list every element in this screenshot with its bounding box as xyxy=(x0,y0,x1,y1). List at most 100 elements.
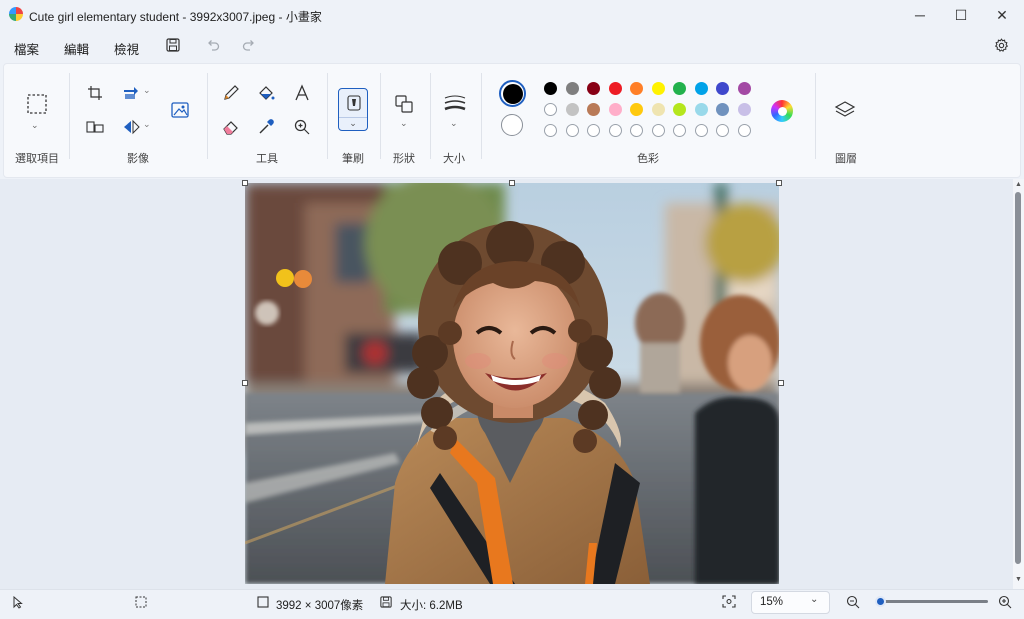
rectangle-select-icon[interactable] xyxy=(24,91,50,117)
magnifier-icon[interactable] xyxy=(289,114,315,140)
selection-dropdown-chevron-icon[interactable]: ⌄ xyxy=(31,120,39,131)
palette-color-swatch[interactable] xyxy=(565,103,579,116)
custom-color-slot[interactable] xyxy=(544,124,557,137)
undo-icon[interactable] xyxy=(204,36,222,54)
resize-handle-top-left[interactable] xyxy=(242,180,248,186)
photo-illustration xyxy=(245,183,779,584)
palette-color-swatch[interactable] xyxy=(737,103,751,116)
palette-color-swatch[interactable] xyxy=(630,82,643,95)
zoom-dropdown-chevron-icon: ⌄ xyxy=(810,594,819,605)
palette-color-swatch[interactable] xyxy=(630,103,643,116)
resize-handle-top[interactable] xyxy=(509,180,515,186)
group-label-shapes: 形狀 xyxy=(393,153,415,165)
menu-view[interactable]: 檢視 xyxy=(114,39,139,58)
palette-color-swatch[interactable] xyxy=(587,82,600,95)
shapes-dropdown-chevron-icon[interactable]: ⌄ xyxy=(400,118,408,129)
close-button[interactable]: ✕ xyxy=(982,0,1022,30)
crop-icon[interactable] xyxy=(82,80,108,106)
custom-color-slot[interactable] xyxy=(587,124,600,137)
color-palette-row-3-custom xyxy=(544,124,751,137)
file-size-label: 大小: 6.2MB xyxy=(400,600,463,612)
menu-bar xyxy=(0,30,1024,62)
zoom-slider-track[interactable] xyxy=(880,600,988,603)
maximize-button[interactable]: ☐ xyxy=(941,0,981,30)
brush-icon xyxy=(345,94,363,117)
ribbon-divider xyxy=(207,73,208,159)
palette-color-swatch[interactable] xyxy=(651,82,665,95)
menu-edit[interactable]: 編輯 xyxy=(64,39,89,58)
eraser-icon[interactable] xyxy=(218,114,244,140)
stroke-size-icon[interactable] xyxy=(442,91,468,117)
size-dropdown-chevron-icon[interactable]: ⌄ xyxy=(450,118,458,129)
settings-gear-icon[interactable] xyxy=(992,36,1010,54)
primary-color-swatch xyxy=(502,83,523,104)
edit-colors-wheel-icon[interactable] xyxy=(771,100,793,122)
layers-icon[interactable] xyxy=(832,97,858,123)
zoom-in-icon[interactable] xyxy=(998,595,1012,612)
custom-color-slot[interactable] xyxy=(630,124,643,137)
flip-dropdown-chevron-icon[interactable]: ⌄ xyxy=(143,119,151,130)
canvas-image[interactable] xyxy=(245,183,779,584)
brushes-button[interactable]: ⌄ xyxy=(338,88,368,131)
vertical-scrollbar-thumb[interactable] xyxy=(1015,192,1021,564)
resize-handle-left[interactable] xyxy=(242,380,248,386)
group-label-size: 大小 xyxy=(443,153,465,165)
custom-color-slot[interactable] xyxy=(651,124,665,137)
zoom-level-value: 15% xyxy=(760,596,784,608)
file-size-save-icon xyxy=(380,596,392,611)
custom-color-slot[interactable] xyxy=(608,124,622,137)
window-title: Cute girl elementary student - 3992x3007… xyxy=(29,10,322,24)
menu-file[interactable]: 檔案 xyxy=(14,39,39,58)
group-label-selection: 選取項目 xyxy=(15,153,59,165)
palette-color-swatch[interactable] xyxy=(651,103,665,116)
palette-color-swatch[interactable] xyxy=(544,82,557,95)
fill-bucket-icon[interactable] xyxy=(253,80,279,106)
resize-handle-top-right[interactable] xyxy=(776,180,782,186)
text-tool-icon[interactable] xyxy=(289,80,315,106)
pencil-icon[interactable] xyxy=(218,80,244,106)
secondary-color-button[interactable] xyxy=(501,114,523,136)
image-generator-icon[interactable] xyxy=(167,97,193,123)
zoom-out-icon[interactable] xyxy=(846,595,860,612)
group-label-layers: 圖層 xyxy=(835,153,857,165)
rotate-dropdown-chevron-icon[interactable]: ⌄ xyxy=(143,85,151,96)
scroll-down-arrow-icon[interactable]: ▼ xyxy=(1015,576,1022,583)
palette-color-swatch[interactable] xyxy=(694,103,708,116)
custom-color-slot[interactable] xyxy=(716,124,729,137)
ribbon-divider xyxy=(380,73,381,159)
selection-size-icon xyxy=(135,596,147,611)
palette-color-swatch[interactable] xyxy=(608,82,622,95)
custom-color-slot[interactable] xyxy=(673,124,686,137)
scroll-up-arrow-icon[interactable]: ▲ xyxy=(1015,181,1022,188)
rotate-icon[interactable] xyxy=(118,80,144,106)
palette-color-swatch[interactable] xyxy=(587,103,600,116)
paint-app-icon xyxy=(9,7,23,21)
save-icon[interactable] xyxy=(164,36,182,54)
palette-color-swatch[interactable] xyxy=(673,82,686,95)
palette-color-swatch[interactable] xyxy=(673,103,686,116)
palette-color-swatch[interactable] xyxy=(694,82,708,95)
resize-icon[interactable] xyxy=(82,114,108,140)
ribbon-divider xyxy=(69,73,70,159)
shapes-icon[interactable] xyxy=(391,91,417,117)
custom-color-slot[interactable] xyxy=(565,124,579,137)
zoom-slider-thumb[interactable] xyxy=(875,596,886,607)
palette-color-swatch[interactable] xyxy=(544,103,557,116)
primary-color-button[interactable] xyxy=(499,80,526,107)
custom-color-slot[interactable] xyxy=(737,124,751,137)
palette-color-swatch[interactable] xyxy=(716,82,729,95)
color-palette-row-2 xyxy=(544,103,751,116)
palette-color-swatch[interactable] xyxy=(608,103,622,116)
palette-color-swatch[interactable] xyxy=(737,82,751,95)
fit-to-window-icon[interactable] xyxy=(722,595,736,611)
custom-color-slot[interactable] xyxy=(694,124,708,137)
color-picker-icon[interactable] xyxy=(253,114,279,140)
palette-color-swatch[interactable] xyxy=(565,82,579,95)
redo-icon[interactable] xyxy=(240,36,258,54)
group-label-colors: 色彩 xyxy=(637,153,659,165)
resize-handle-right[interactable] xyxy=(778,380,784,386)
flip-icon[interactable] xyxy=(118,114,144,140)
palette-color-swatch[interactable] xyxy=(716,103,729,116)
ribbon-divider xyxy=(481,73,482,159)
minimize-button[interactable]: ─ xyxy=(900,0,940,30)
